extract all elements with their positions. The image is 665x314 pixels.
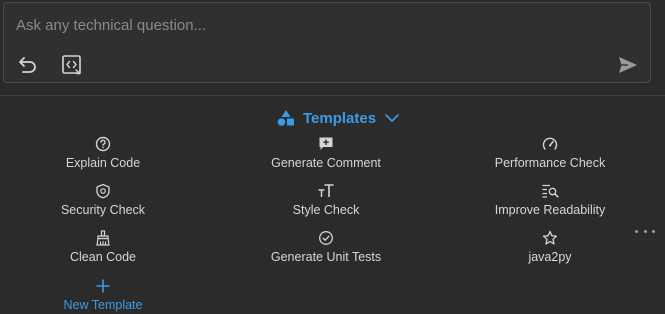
section-divider: [0, 95, 665, 96]
comment-add-icon: [319, 137, 333, 150]
check-circle-icon: [319, 231, 333, 245]
code-insert-icon: [62, 55, 81, 75]
template-label: Explain Code: [65, 156, 141, 170]
template-label: Improve Readability: [494, 203, 606, 217]
template-label: Clean Code: [69, 250, 136, 264]
template-label: Generate Unit Tests: [270, 250, 382, 264]
template-label: Generate Comment: [271, 156, 381, 170]
search-list-icon: [542, 184, 559, 198]
template-label: Security Check: [60, 203, 146, 217]
plus-icon: [96, 279, 110, 293]
insert-code-button[interactable]: [60, 53, 84, 77]
template-performance-check[interactable]: Performance Check: [450, 135, 650, 170]
send-button[interactable]: [616, 53, 640, 77]
send-icon: [619, 57, 637, 73]
star-icon: [542, 230, 558, 245]
undo-button[interactable]: [16, 53, 40, 77]
gauge-icon: [542, 137, 558, 150]
more-options-button[interactable]: [635, 224, 655, 238]
templates-title: Templates: [303, 109, 377, 127]
more-dot: [635, 229, 638, 233]
chat-input-box: [3, 2, 651, 83]
shapes-icon: [277, 110, 294, 126]
question-input[interactable]: [16, 15, 636, 35]
template-generate-unit-tests[interactable]: Generate Unit Tests: [226, 229, 426, 264]
template-label: Performance Check: [494, 156, 606, 170]
template-explain-code[interactable]: Explain Code: [3, 135, 203, 170]
template-style-check[interactable]: Style Check: [226, 182, 426, 217]
text-size-icon: [318, 184, 334, 197]
broom-icon: [96, 230, 110, 246]
undo-icon: [19, 57, 36, 73]
template-java2py[interactable]: java2py: [450, 229, 650, 264]
help-circle-icon: [95, 136, 111, 152]
shield-icon: [96, 183, 110, 199]
new-template-button[interactable]: New Template: [3, 277, 203, 312]
template-improve-readability[interactable]: Improve Readability: [450, 182, 650, 217]
template-clean-code[interactable]: Clean Code: [3, 229, 203, 264]
template-label: java2py: [528, 250, 572, 264]
more-dot: [643, 229, 647, 233]
more-dot: [652, 229, 655, 233]
template-label: Style Check: [292, 203, 360, 217]
chevron-down-icon: [385, 114, 399, 122]
templates-toggle[interactable]: Templates: [277, 107, 400, 129]
template-security-check[interactable]: Security Check: [3, 182, 203, 217]
template-generate-comment[interactable]: Generate Comment: [226, 135, 426, 170]
new-template-label: New Template: [63, 298, 143, 312]
